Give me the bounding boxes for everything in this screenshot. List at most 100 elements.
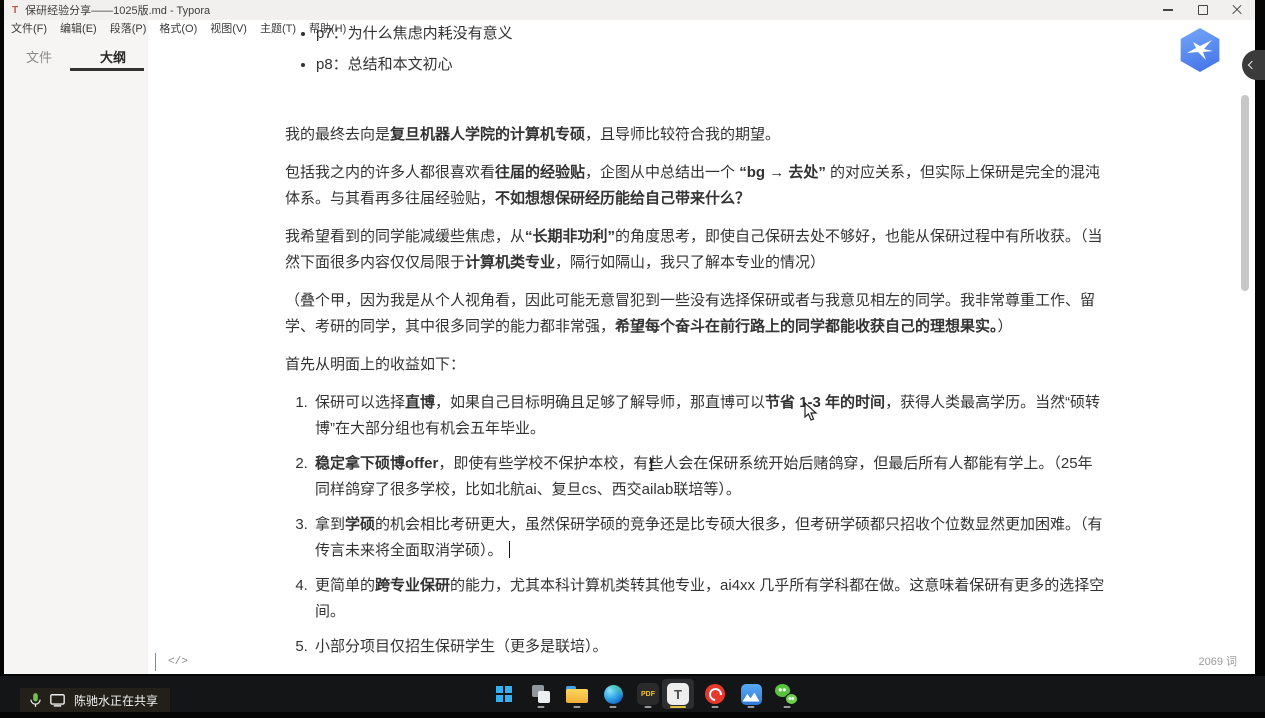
netease-music-glyph [705,684,725,704]
sidebar: 文件 大纲 [4,20,148,674]
desktop: T 保研经验分享——1025版.md - Typora 文件(F) 编辑(E) 段落… [0,0,1265,718]
paragraph[interactable]: （叠个甲，因为我是从个人视角看，因此可能无意冒犯到一些没有选择保研或者与我意见相… [285,288,1107,340]
menu-item[interactable]: 编辑(E) [60,20,97,36]
menu-item[interactable]: 视图(V) [210,20,247,36]
active-tab-underline [70,68,144,71]
list-item[interactable]: p7：为什么焦虑内耗没有意义 [316,21,1107,47]
text-run: ，且导师比较符合我的期望。 [585,126,780,143]
file-explorer-icon[interactable] [561,679,593,709]
menu-item[interactable]: 文件(F) [11,20,47,36]
menu-item[interactable]: 主题(T) [260,20,296,36]
task-view-icon[interactable] [525,679,557,709]
bold-text: 不如想想保研经历能给自己带来什么？ [495,190,750,207]
text-run: 我的最终去向是 [285,126,390,143]
ibeam-cursor: I [648,456,655,476]
file-explorer-glyph [566,686,588,703]
text-run: ，企图从中总结出一个 [585,164,739,181]
list-item[interactable]: 拿到学硕的机会相比考研更大，虽然保研学硕的竞争还是比专硕大很多，但考研学硕都只招… [312,512,1107,564]
menu-item[interactable]: 格式(O) [159,20,197,36]
bird-icon [1185,37,1215,63]
screen-sharing-banner[interactable]: 陈驰水正在共享 [20,688,170,712]
running-indicator [712,706,719,709]
bold-text: 希望每个奋斗在前行路上的同学都能收获自己的理想果实。 [615,318,998,335]
cloud-docs-app-glyph [741,684,762,705]
bold-text: 学硕 [345,516,375,533]
document-editor[interactable]: p7：为什么焦虑内耗没有意义 p8：总结和本文初心我的最终去向是复旦机器人学院的计… [285,20,1107,654]
list-item[interactable]: 保研可以选择直博，如果自己目标明确且足够了解导师，那直博可以节省 1-3 年的时… [312,390,1107,442]
windows-start-glyph [496,686,512,702]
sidebar-tab-outline[interactable]: 大纲 [100,47,126,66]
bold-text: “bg → 去处” [739,164,826,181]
minimize-button[interactable] [1150,0,1185,20]
bold-text: 稳定拿下硕博offer [315,455,438,472]
list-item[interactable]: 小部分项目仅招生保研学生（更多是联培）。 [312,634,1107,654]
menu-item[interactable]: 帮助(H) [309,20,346,36]
typora-app-icon: T [12,5,18,16]
typora-icon[interactable]: T [662,679,694,709]
text-caret [509,541,511,558]
side-panel-handle[interactable] [1242,50,1265,80]
text-run: 首先从明面上的收益如下： [285,356,465,373]
list-item[interactable]: 更简单的跨专业保研的能力，尤其本科计算机类转其他专业，ai4xx 几乎所有学科都… [312,573,1107,625]
word-count: 2069 词 [1198,653,1237,669]
maximize-button[interactable] [1185,0,1220,20]
running-indicator [574,706,581,709]
text-run: 我希望看到的同学能减缓些焦虑，从 [285,228,525,245]
bold-text: “长期非功利” [525,228,615,245]
text-run: ，如果自己目标明确且足够了解导师，那直博可以 [435,394,765,411]
windows-start-icon[interactable] [488,679,520,709]
typora-glyph: T [667,683,689,705]
running-indicator [538,706,545,709]
running-indicator [670,706,686,709]
numbered-list: 保研可以选择直博，如果自己目标明确且足够了解导师，那直博可以节省 1-3 年的时… [285,390,1107,654]
bold-text: 往届的经验贴 [495,164,585,181]
pdf-app-icon[interactable]: PDF [632,679,664,709]
wechat-icon[interactable] [771,679,803,709]
list-item[interactable]: 稳定拿下硕博offer，即使有些学校不保护本校，有些人会在保研系统开始后赌鸽穿，… [312,451,1107,503]
text-run: ） [998,318,1013,335]
edge-browser-glyph [604,685,623,704]
menu-bar: 文件(F) 编辑(E) 段落(P) 格式(O) 视图(V) 主题(T) 帮助(H) [11,21,346,34]
running-indicator [610,706,617,709]
netease-music-icon[interactable] [699,679,731,709]
cloud-docs-app-icon[interactable] [735,679,767,709]
wechat-glyph [775,684,799,705]
paragraph[interactable]: 包括我之内的许多人都很喜欢看往届的经验贴，企图从中总结出一个 “bg → 去处”… [285,160,1107,212]
text-run: ，隔行如隔山，我只了解本专业的情况） [555,254,825,271]
close-button[interactable] [1220,0,1255,20]
running-indicator [784,706,791,709]
paragraph[interactable]: 我希望看到的同学能减缓些焦虑，从“长期非功利”的角度思考，即使自己保研去处不够好… [285,224,1107,276]
menu-item[interactable]: 段落(P) [110,20,147,36]
window-title: 保研经验分享——1025版.md - Typora [25,2,210,18]
typora-window: T 保研经验分享——1025版.md - Typora 文件(F) 编辑(E) 段落… [4,0,1255,674]
task-view-glyph [532,685,550,703]
text-run: 包括我之内的许多人都很喜欢看 [285,164,495,181]
chevron-left-icon [1248,61,1256,69]
text-run: 保研可以选择 [315,394,405,411]
microphone-icon [30,693,41,708]
bold-text: 跨专业保研 [375,577,450,594]
list-item[interactable]: p8：总结和本文初心 [316,52,1107,78]
sharing-status-text: 陈驰水正在共享 [74,692,158,709]
sidebar-tab-files[interactable]: 文件 [26,47,52,66]
bold-text: 计算机类专业 [465,254,555,271]
source-code-mode-icon[interactable]: </> [168,656,188,668]
text-run: 更简单的 [315,577,375,594]
running-indicator [748,706,755,709]
text-run: 拿到 [315,516,345,533]
text-run: 小部分项目仅招生保研学生（更多是联培）。 [315,638,608,654]
title-bar[interactable]: T 保研经验分享——1025版.md - Typora [4,0,1255,20]
pdf-app-glyph: PDF [637,683,659,705]
sidebar-collapse-icon[interactable] [155,653,156,671]
edge-browser-icon[interactable] [597,679,629,709]
taskbar: PDFT 中 15:50 2025/10/25 [0,676,1265,712]
bullet-list: p7：为什么焦虑内耗没有意义 p8：总结和本文初心 [285,21,1107,78]
paragraph[interactable]: 首先从明面上的收益如下： [285,352,1107,378]
paragraph[interactable]: 我的最终去向是复旦机器人学院的计算机专硕，且导师比较符合我的期望。 [285,122,1107,148]
scrollbar-thumb[interactable] [1241,95,1249,291]
text-run: p8：总结和本文初心 [316,56,453,73]
mouse-cursor [804,402,818,422]
text-run: 的机会相比考研更大，虽然保研学硕的竞争还是比专硕大很多，但考研学硕都只招收个位数… [315,516,1103,559]
bold-text: 复旦机器人学院的计算机专硕 [390,126,585,143]
bold-text: 节省 1-3 年的时间 [765,394,885,411]
